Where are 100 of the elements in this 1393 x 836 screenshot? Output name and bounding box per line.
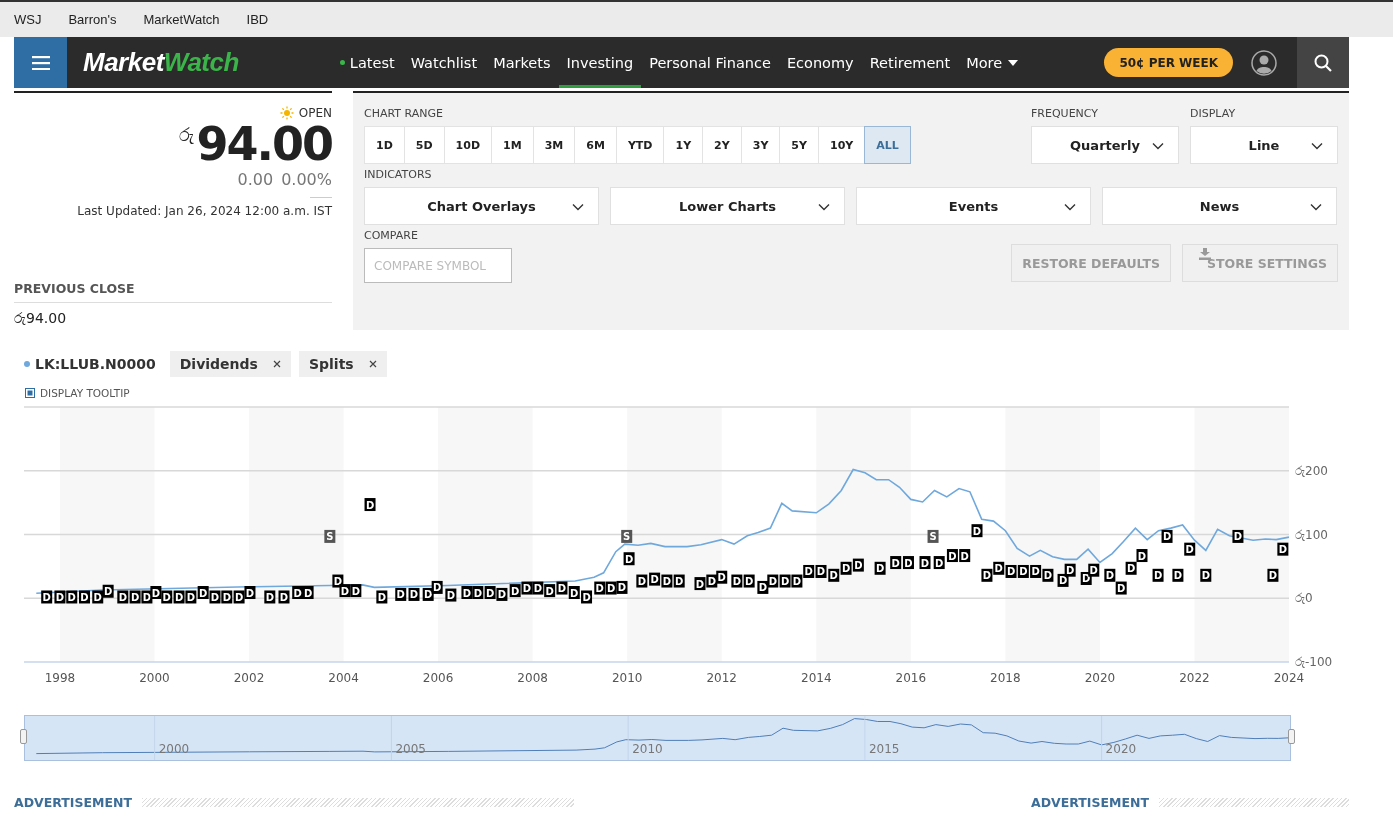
range-button[interactable]: 3M bbox=[532, 126, 576, 164]
event-flag: D bbox=[102, 584, 114, 598]
event-flag: D bbox=[743, 574, 755, 588]
range-button[interactable]: 1Y bbox=[663, 126, 704, 164]
axis-label: 2006 bbox=[422, 671, 454, 685]
range-handle[interactable] bbox=[20, 729, 27, 744]
indicator-dropdown[interactable]: News bbox=[1102, 187, 1337, 225]
logo[interactable]: MarketWatch bbox=[83, 47, 239, 78]
site-link[interactable]: MarketWatch bbox=[143, 12, 220, 27]
market-status: OPEN bbox=[298, 106, 332, 120]
range-button[interactable]: 10Y bbox=[818, 126, 866, 164]
event-flag: D bbox=[1172, 568, 1184, 582]
menu-button[interactable] bbox=[14, 37, 67, 88]
event-flag: D bbox=[339, 584, 351, 598]
event-flag: D bbox=[933, 556, 945, 570]
indicator-dropdown[interactable]: Lower Charts bbox=[610, 187, 845, 225]
event-flag: D bbox=[959, 549, 971, 563]
axis-label: 2015 bbox=[868, 742, 900, 756]
event-flag: D bbox=[150, 586, 162, 599]
range-button[interactable]: ALL bbox=[864, 126, 911, 164]
event-flag: D bbox=[185, 590, 197, 604]
range-button[interactable]: YTD bbox=[615, 126, 665, 164]
event-flag: D bbox=[197, 586, 209, 599]
axis-label: 2024 bbox=[1273, 671, 1305, 685]
range-button[interactable]: 1M bbox=[491, 126, 534, 164]
axis-label: 2004 bbox=[328, 671, 359, 685]
nav-link[interactable]: Watchlist bbox=[402, 37, 486, 88]
indicator-dropdown[interactable]: Chart Overlays bbox=[364, 187, 599, 225]
event-flag: D bbox=[1200, 568, 1212, 582]
close-icon bbox=[272, 360, 281, 368]
event-flag: D bbox=[731, 574, 743, 588]
axis-label: 2000 bbox=[139, 671, 170, 685]
range-button[interactable]: 1D bbox=[364, 126, 405, 164]
site-link[interactable]: Barron's bbox=[68, 12, 117, 27]
event-flag: D bbox=[605, 581, 617, 595]
nav-link[interactable]: Personal Finance bbox=[641, 37, 779, 88]
event-flag: D bbox=[581, 590, 593, 604]
axis-label: 2002 bbox=[233, 671, 265, 685]
event-flag: D bbox=[971, 524, 983, 538]
event-chip[interactable]: Dividends bbox=[169, 351, 291, 377]
event-flag: D bbox=[117, 590, 129, 604]
indicator-dropdown[interactable]: Events bbox=[856, 187, 1091, 225]
series-symbol: LK:LLUB.N0000 bbox=[35, 356, 156, 372]
axis-label: රු-100 bbox=[1295, 655, 1333, 669]
event-flag: D bbox=[431, 580, 443, 594]
range-button[interactable]: 2Y bbox=[702, 126, 742, 164]
field-label: DISPLAY bbox=[1190, 107, 1237, 120]
event-flag: D bbox=[981, 568, 993, 582]
event-flag: D bbox=[278, 590, 290, 604]
range-button[interactable]: 3Y bbox=[740, 126, 781, 164]
search-icon bbox=[1314, 53, 1332, 72]
nav-link[interactable]: Investing bbox=[558, 37, 642, 88]
range-button[interactable]: 6M bbox=[574, 126, 617, 164]
nav-link[interactable]: Latest bbox=[331, 37, 403, 88]
event-flag: D bbox=[445, 588, 457, 602]
axis-label: 2020 bbox=[1105, 742, 1137, 756]
event-flag: D bbox=[233, 590, 245, 604]
checkbox-label: DISPLAY TOOLTIP bbox=[40, 387, 130, 399]
event-flag: D bbox=[422, 587, 434, 601]
nav-link[interactable]: Retirement bbox=[861, 37, 959, 88]
field-label: CHART RANGE bbox=[364, 107, 444, 120]
event-flag: D bbox=[161, 590, 173, 604]
event-flag: D bbox=[874, 561, 886, 575]
event-flag: D bbox=[694, 577, 706, 591]
compare-field[interactable]: COMPARE SYMBOL bbox=[364, 248, 512, 283]
range-button[interactable]: 5D bbox=[403, 126, 445, 164]
event-flag: D bbox=[556, 581, 568, 595]
event-flag: D bbox=[649, 572, 661, 586]
event-flag: D bbox=[1232, 529, 1244, 543]
event-flag: D bbox=[946, 549, 958, 563]
axis-label: රු100 bbox=[1295, 527, 1328, 542]
event-flag: D bbox=[209, 590, 221, 604]
event-flag: D bbox=[568, 586, 580, 599]
nav-link[interactable]: Markets bbox=[485, 37, 559, 88]
nav-link[interactable]: Economy bbox=[778, 37, 862, 88]
subscribe-button[interactable]: 50¢ PER WEEK bbox=[1104, 48, 1233, 77]
frequency-dropdown[interactable]: Quarterly bbox=[1031, 126, 1179, 164]
event-flag: D bbox=[1115, 581, 1127, 595]
ad-label: ADVERTISEMENT bbox=[14, 795, 132, 810]
range-button[interactable]: 5Y bbox=[779, 126, 819, 164]
field-label: PREVIOUS CLOSE bbox=[14, 281, 332, 303]
chevron-down-icon bbox=[1064, 203, 1076, 211]
site-link[interactable]: IBD bbox=[246, 12, 269, 27]
event-flag: D bbox=[902, 556, 914, 570]
site-link[interactable]: WSJ bbox=[14, 12, 42, 27]
event-flag: D bbox=[173, 590, 185, 604]
event-flag: D bbox=[292, 586, 304, 599]
checkbox[interactable] bbox=[25, 388, 35, 398]
search-button[interactable] bbox=[1297, 37, 1349, 88]
event-flag: D bbox=[616, 580, 628, 594]
display-dropdown[interactable]: Line bbox=[1190, 126, 1338, 164]
more-menu[interactable]: More bbox=[958, 37, 1027, 88]
event-flag: D bbox=[1064, 563, 1076, 577]
event-chip[interactable]: Splits bbox=[298, 351, 387, 377]
event-flag: D bbox=[716, 570, 728, 584]
account-button[interactable] bbox=[1251, 49, 1277, 76]
currency-symbol: රු bbox=[179, 124, 195, 146]
range-button[interactable]: 10D bbox=[443, 126, 493, 164]
range-handle[interactable] bbox=[1288, 729, 1295, 744]
event-flag: D bbox=[993, 561, 1005, 575]
